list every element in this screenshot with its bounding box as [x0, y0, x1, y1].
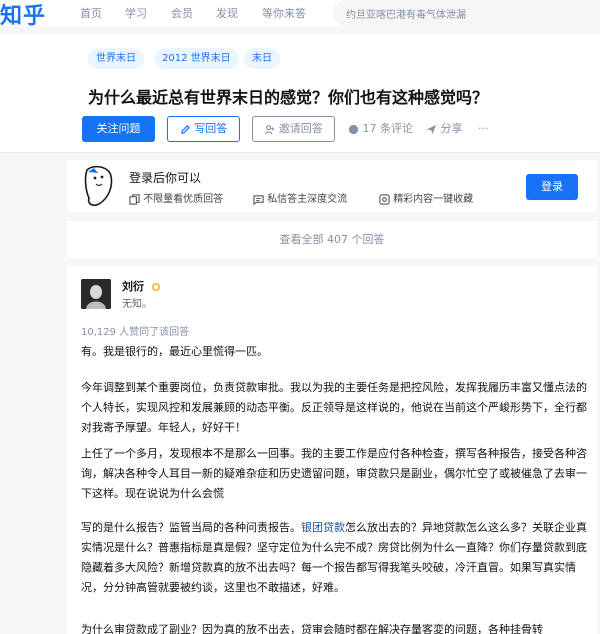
login-prompt-card: 登录后你可以 不限量看优质回答 私信答主深度交流 精彩内容一键收藏 登录 — [67, 160, 597, 212]
perk-item: 精彩内容一键收藏 — [379, 190, 473, 205]
add-user-icon — [265, 124, 275, 134]
answer-text: 写的是什么报告？监管当局的各种问责报告。 — [81, 521, 301, 534]
author-bio: 无知。 — [122, 299, 152, 310]
answer-paragraph: 为什么审贷款成了副业？因为真的放不出去，贷审会随时都在解决存量客変的问题，各种挂… — [81, 623, 543, 634]
top-navbar: 知乎 首页 学习 会员 发现 等你来答 约旦亚喀巴港有毒气体泄漏 — [0, 0, 600, 29]
nav-vip[interactable]: 会员 — [171, 5, 193, 21]
write-answer-label: 写回答 — [194, 122, 228, 135]
more-button[interactable]: ··· — [478, 116, 489, 142]
perk-label: 私信答主深度交流 — [267, 194, 348, 205]
question-title[interactable]: 为什么最近总有世界末日的感觉？你们也有这种感觉吗？ — [88, 84, 488, 108]
copy-icon — [129, 193, 140, 205]
voters-count[interactable]: 10,129 人赞同了该回答 — [81, 323, 189, 338]
zhihu-logo[interactable]: 知乎 — [0, 0, 46, 30]
nav-home[interactable]: 首页 — [80, 5, 102, 21]
login-title: 登录后你可以 — [129, 171, 202, 185]
follow-question-button[interactable]: 关注问题 — [82, 116, 155, 142]
login-button[interactable]: 登录 — [526, 174, 578, 200]
comments-button[interactable]: 17 条评论 — [348, 116, 413, 142]
author-name[interactable]: 刘衍 — [122, 278, 161, 294]
avatar[interactable] — [81, 279, 111, 309]
share-icon — [426, 124, 437, 134]
perk-label: 精彩内容一键收藏 — [393, 194, 474, 205]
author-name-text: 刘衍 — [122, 280, 144, 293]
banking-loan-link[interactable]: 银团贷款 — [301, 521, 345, 534]
perk-item: 不限量看优质回答 — [129, 190, 223, 205]
share-button[interactable]: 分享 — [426, 116, 463, 142]
comment-icon — [348, 124, 359, 134]
write-answer-button[interactable]: 写回答 — [167, 116, 240, 142]
question-header: 世界末日 2012 世界末日 末日 为什么最近总有世界末日的感觉？你们也有这种感… — [0, 34, 600, 152]
pencil-icon — [180, 124, 190, 134]
invite-answer-label: 邀请回答 — [278, 122, 323, 135]
badge-icon — [151, 282, 161, 292]
collect-icon — [379, 193, 390, 205]
answer-paragraph: 今年调整到某个重要岗位，负责贷款审批。我以为我的主要任务是把控风险，发挥我履历丰… — [81, 381, 587, 434]
mascot-icon — [84, 165, 113, 206]
share-label: 分享 — [440, 122, 463, 135]
nav-learn[interactable]: 学习 — [125, 5, 147, 21]
search-placeholder: 约旦亚喀巴港有毒气体泄漏 — [346, 10, 466, 21]
answer-card: 刘衍 无知。 10,129 人赞同了该回答 有。我是银行的，最近心里慌得一匹。 … — [67, 266, 597, 634]
answer-paragraph: 上任了一个多月，发现根本不是那么一回事。我的主要工作是应付各种检查，撰写各种报告… — [81, 447, 587, 500]
comments-count: 17 条评论 — [362, 122, 414, 135]
message-icon — [253, 194, 264, 205]
view-all-answers-button[interactable]: 查看全部 407 个回答 — [67, 221, 597, 258]
topic-tag[interactable]: 末日 — [244, 48, 280, 69]
answer-paragraph: 有。我是银行的，最近心里慌得一匹。 — [81, 345, 268, 358]
search-input[interactable]: 约旦亚喀巴港有毒气体泄漏 — [333, 0, 600, 26]
view-all-answers-label: 查看全部 407 个回答 — [279, 233, 385, 246]
perk-label: 不限量看优质回答 — [143, 194, 224, 205]
topic-tag[interactable]: 2012 世界末日 — [154, 48, 239, 69]
answer-paragraph: 写的是什么报告？监管当局的各种问责报告。银团贷款怎么放出去的？异地贷款怎么这么多… — [81, 518, 587, 598]
invite-answer-button[interactable]: 邀请回答 — [252, 116, 335, 142]
avatar-image — [81, 279, 111, 309]
topic-tag[interactable]: 世界末日 — [88, 48, 144, 69]
perk-item: 私信答主深度交流 — [253, 190, 347, 205]
nav-waiting-answers[interactable]: 等你来答 — [262, 5, 306, 21]
nav-discover[interactable]: 发现 — [216, 5, 238, 21]
